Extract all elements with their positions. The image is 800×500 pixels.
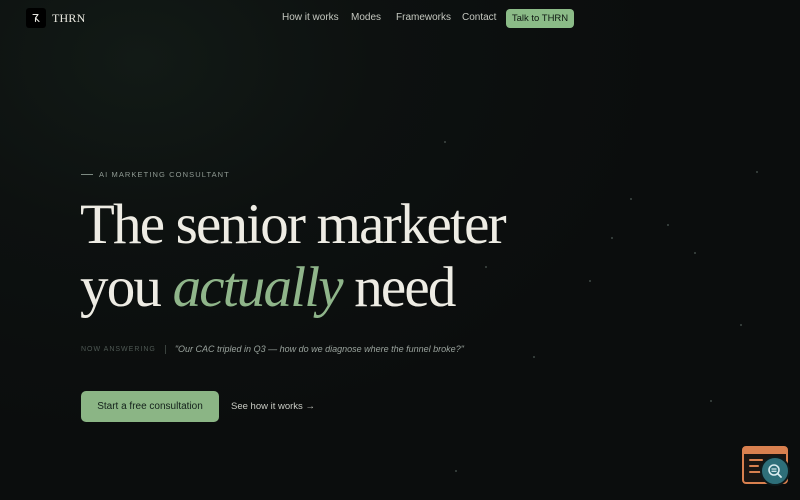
eyebrow-text: AI MARKETING CONSULTANT (99, 170, 230, 179)
star-dot (710, 400, 712, 402)
logo-glyph-icon (32, 13, 40, 23)
eyebrow-divider (81, 174, 93, 175)
brand-name[interactable]: THRN (52, 11, 85, 26)
headline-you: you (80, 256, 162, 319)
star-dot (756, 171, 758, 173)
star-dot (630, 198, 632, 200)
headline-end: need (354, 256, 456, 319)
star-dot (740, 324, 742, 326)
star-dot (533, 356, 535, 358)
nav-frameworks[interactable]: Frameworks (396, 12, 451, 23)
widget-titlebar (744, 448, 786, 454)
answer-divider (164, 344, 166, 354)
headline-line-1: The senior marketer (80, 193, 507, 256)
now-answering-label: NOW ANSWERING (81, 345, 156, 353)
star-dot (694, 252, 696, 254)
see-how-it-works-link[interactable]: See how it works → (231, 401, 315, 412)
start-consultation-button[interactable]: Start a free consultation (81, 391, 219, 422)
logo-mark-icon[interactable] (26, 8, 46, 28)
star-dot (444, 141, 446, 143)
nav-how-it-works[interactable]: How it works (282, 12, 339, 23)
talk-to-thrn-button[interactable]: Talk to THRN (506, 9, 574, 28)
search-icon[interactable] (760, 456, 790, 486)
now-answering-quote: "Our CAC tripled in Q3 — how do we diagn… (174, 344, 464, 354)
magnifier-icon (768, 464, 782, 478)
star-dot (589, 280, 591, 282)
star-dot (611, 237, 613, 239)
star-dot (667, 224, 669, 226)
now-answering-row: NOW ANSWERING "Our CAC tripled in Q3 — h… (81, 344, 464, 354)
nav-modes[interactable]: Modes (351, 12, 381, 23)
hero-headline: The senior marketer you actually need (80, 193, 507, 319)
nav-contact[interactable]: Contact (462, 12, 496, 23)
star-dot (455, 470, 457, 472)
eyebrow: AI MARKETING CONSULTANT (81, 170, 230, 179)
headline-accent: actually (172, 256, 344, 319)
